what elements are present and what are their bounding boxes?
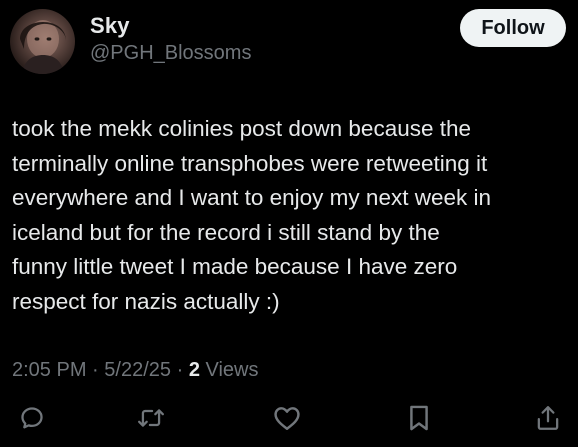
reply-icon xyxy=(21,407,43,429)
tweet-text-line: everywhere and I want to enjoy my next w… xyxy=(12,185,491,210)
views-label: Views xyxy=(205,359,259,381)
retweet-icon xyxy=(138,409,164,427)
tweet-time[interactable]: 2:05 PM xyxy=(12,359,86,381)
tweet-date[interactable]: 5/22/25 xyxy=(104,359,171,381)
like-button[interactable] xyxy=(267,398,307,438)
avatar-image xyxy=(20,20,66,74)
tweet-text-line: iceland but for the record i still stand… xyxy=(12,219,440,245)
tweet-text: took the mekk colinies post down because… xyxy=(12,112,572,319)
tweet-meta: 2:05 PM · 5/22/25 · 2 Views xyxy=(12,357,259,383)
share-button[interactable] xyxy=(528,398,568,438)
meta-separator: · xyxy=(92,359,99,381)
display-name[interactable]: Sky xyxy=(90,13,251,39)
follow-button[interactable]: Follow xyxy=(460,9,566,47)
tweet-text-line: took the mekk colinies post down because… xyxy=(12,116,472,141)
tweet-text-line: respect for nazis actually :) xyxy=(12,288,280,314)
handle[interactable]: @PGH_Blossoms xyxy=(90,40,251,66)
author-info: Sky @PGH_Blossoms xyxy=(90,13,251,66)
meta-separator: · xyxy=(176,359,184,381)
tweet-text-line: funny little tweet I made because I have… xyxy=(12,254,458,279)
share-icon xyxy=(537,406,559,430)
views-count: 2 xyxy=(188,359,200,381)
bookmark-button[interactable] xyxy=(399,398,439,438)
reply-button[interactable] xyxy=(12,398,52,438)
tweet-header: Sky @PGH_Blossoms Follow xyxy=(0,0,578,90)
bookmark-icon xyxy=(410,405,428,431)
retweet-button[interactable] xyxy=(131,398,171,438)
action-bar xyxy=(0,398,578,438)
tweet-text-line: terminally online transphobes were retwe… xyxy=(12,150,488,176)
like-icon xyxy=(274,407,300,430)
avatar[interactable] xyxy=(10,9,75,74)
